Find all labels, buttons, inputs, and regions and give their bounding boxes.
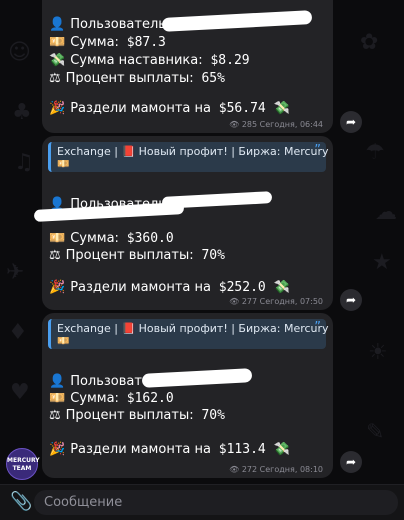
split-line: 🎉 Раздели мамонта на $113.4 💸 <box>49 442 290 457</box>
bust-icon: 👤 <box>49 374 66 389</box>
message-composer: 📎 <box>0 484 404 520</box>
paperclip-icon[interactable]: 📎 <box>10 491 32 512</box>
message-bubble[interactable]: Exchange | 📕 Новый профит! | Биржа: Merc… <box>33 136 333 310</box>
eye-icon: 👁 <box>229 120 240 129</box>
message-bubble[interactable]: Exchange | 📕 Новый профит! | Биржа: Merc… <box>42 313 333 478</box>
message-bubble[interactable]: 👤 Пользователь: 💴 Сумма: $87.3 💸 Сумма наст… <box>42 0 333 133</box>
share-button[interactable]: ➦ <box>340 451 362 473</box>
eye-icon: 👁 <box>229 297 240 306</box>
scales-icon: ⚖ <box>49 248 61 263</box>
mentor-line: 💸 Сумма наставника: $8.29 <box>49 53 250 68</box>
bust-icon: 👤 <box>49 17 66 32</box>
split-line: 🎉 Раздели мамонта на $252.0 💸 <box>49 280 290 295</box>
percent-line: ⚖ Процент выплаты: 65% <box>49 71 225 86</box>
reply-quote[interactable]: Exchange | 📕 Новый профит! | Биржа: Merc… <box>48 142 329 172</box>
reply-quote[interactable]: Exchange | 📕 Новый профит! | Биржа: Merc… <box>48 319 329 349</box>
amount-line: 💴 Сумма: $360.0 <box>49 231 174 246</box>
money-wings-icon: 💸 <box>273 101 290 116</box>
share-arrow-icon: ➦ <box>345 115 357 129</box>
share-arrow-icon: ➦ <box>345 455 357 469</box>
avatar[interactable]: MERCURY TEAM <box>6 448 40 480</box>
redaction-scribble <box>161 191 273 209</box>
user-line: 👤Пользователь: <box>49 17 171 32</box>
quote-text: Exchange | 📕 Новый профит! | Биржа: Merc… <box>57 322 329 335</box>
split-line: 🎉 Раздели мамонта на $56.74 💸 <box>49 101 290 116</box>
quote-mark-icon: ” <box>314 143 321 158</box>
party-popper-icon: 🎉 <box>49 101 66 116</box>
message-input[interactable] <box>34 490 398 515</box>
percent-line: ⚖ Процент выплаты: 70% <box>49 248 225 263</box>
banknote-icon: 💴 <box>49 391 66 406</box>
share-button[interactable]: ➦ <box>340 111 362 133</box>
banknote-icon: 💴 <box>49 35 66 50</box>
share-button[interactable]: ➦ <box>340 289 362 311</box>
party-popper-icon: 🎉 <box>49 442 66 457</box>
money-wings-icon: 💸 <box>273 442 290 457</box>
banknote-icon: 💴 <box>49 231 66 246</box>
message-meta: 👁 272 Сегодня, 08:10 <box>229 465 323 474</box>
message-meta: 👁 277 Сегодня, 07:50 <box>229 297 323 306</box>
percent-line: ⚖ Процент выплаты: 70% <box>49 408 225 423</box>
banknote-icon: 💴 <box>57 336 70 347</box>
redaction-scribble <box>141 368 253 388</box>
eye-icon: 👁 <box>229 465 240 474</box>
banknote-icon: 💴 <box>57 159 70 170</box>
scales-icon: ⚖ <box>49 408 61 423</box>
quote-mark-icon: ” <box>314 320 321 335</box>
money-wings-icon: 💸 <box>273 280 290 295</box>
redaction-scribble <box>161 10 313 32</box>
avatar-text: MERCURY TEAM <box>7 457 40 472</box>
quote-text: Exchange | 📕 Новый профит! | Биржа: Merc… <box>57 145 329 158</box>
user-line: 👤 Пользовате <box>49 374 150 389</box>
money-wings-icon: 💸 <box>49 53 66 68</box>
scales-icon: ⚖ <box>49 71 61 86</box>
party-popper-icon: 🎉 <box>49 280 66 295</box>
share-arrow-icon: ➦ <box>345 293 357 307</box>
message-meta: 👁 285 Сегодня, 06:44 <box>229 120 323 129</box>
amount-line: 💴 Сумма: $162.0 <box>49 391 174 406</box>
amount-line: 💴 Сумма: $87.3 <box>49 35 166 50</box>
